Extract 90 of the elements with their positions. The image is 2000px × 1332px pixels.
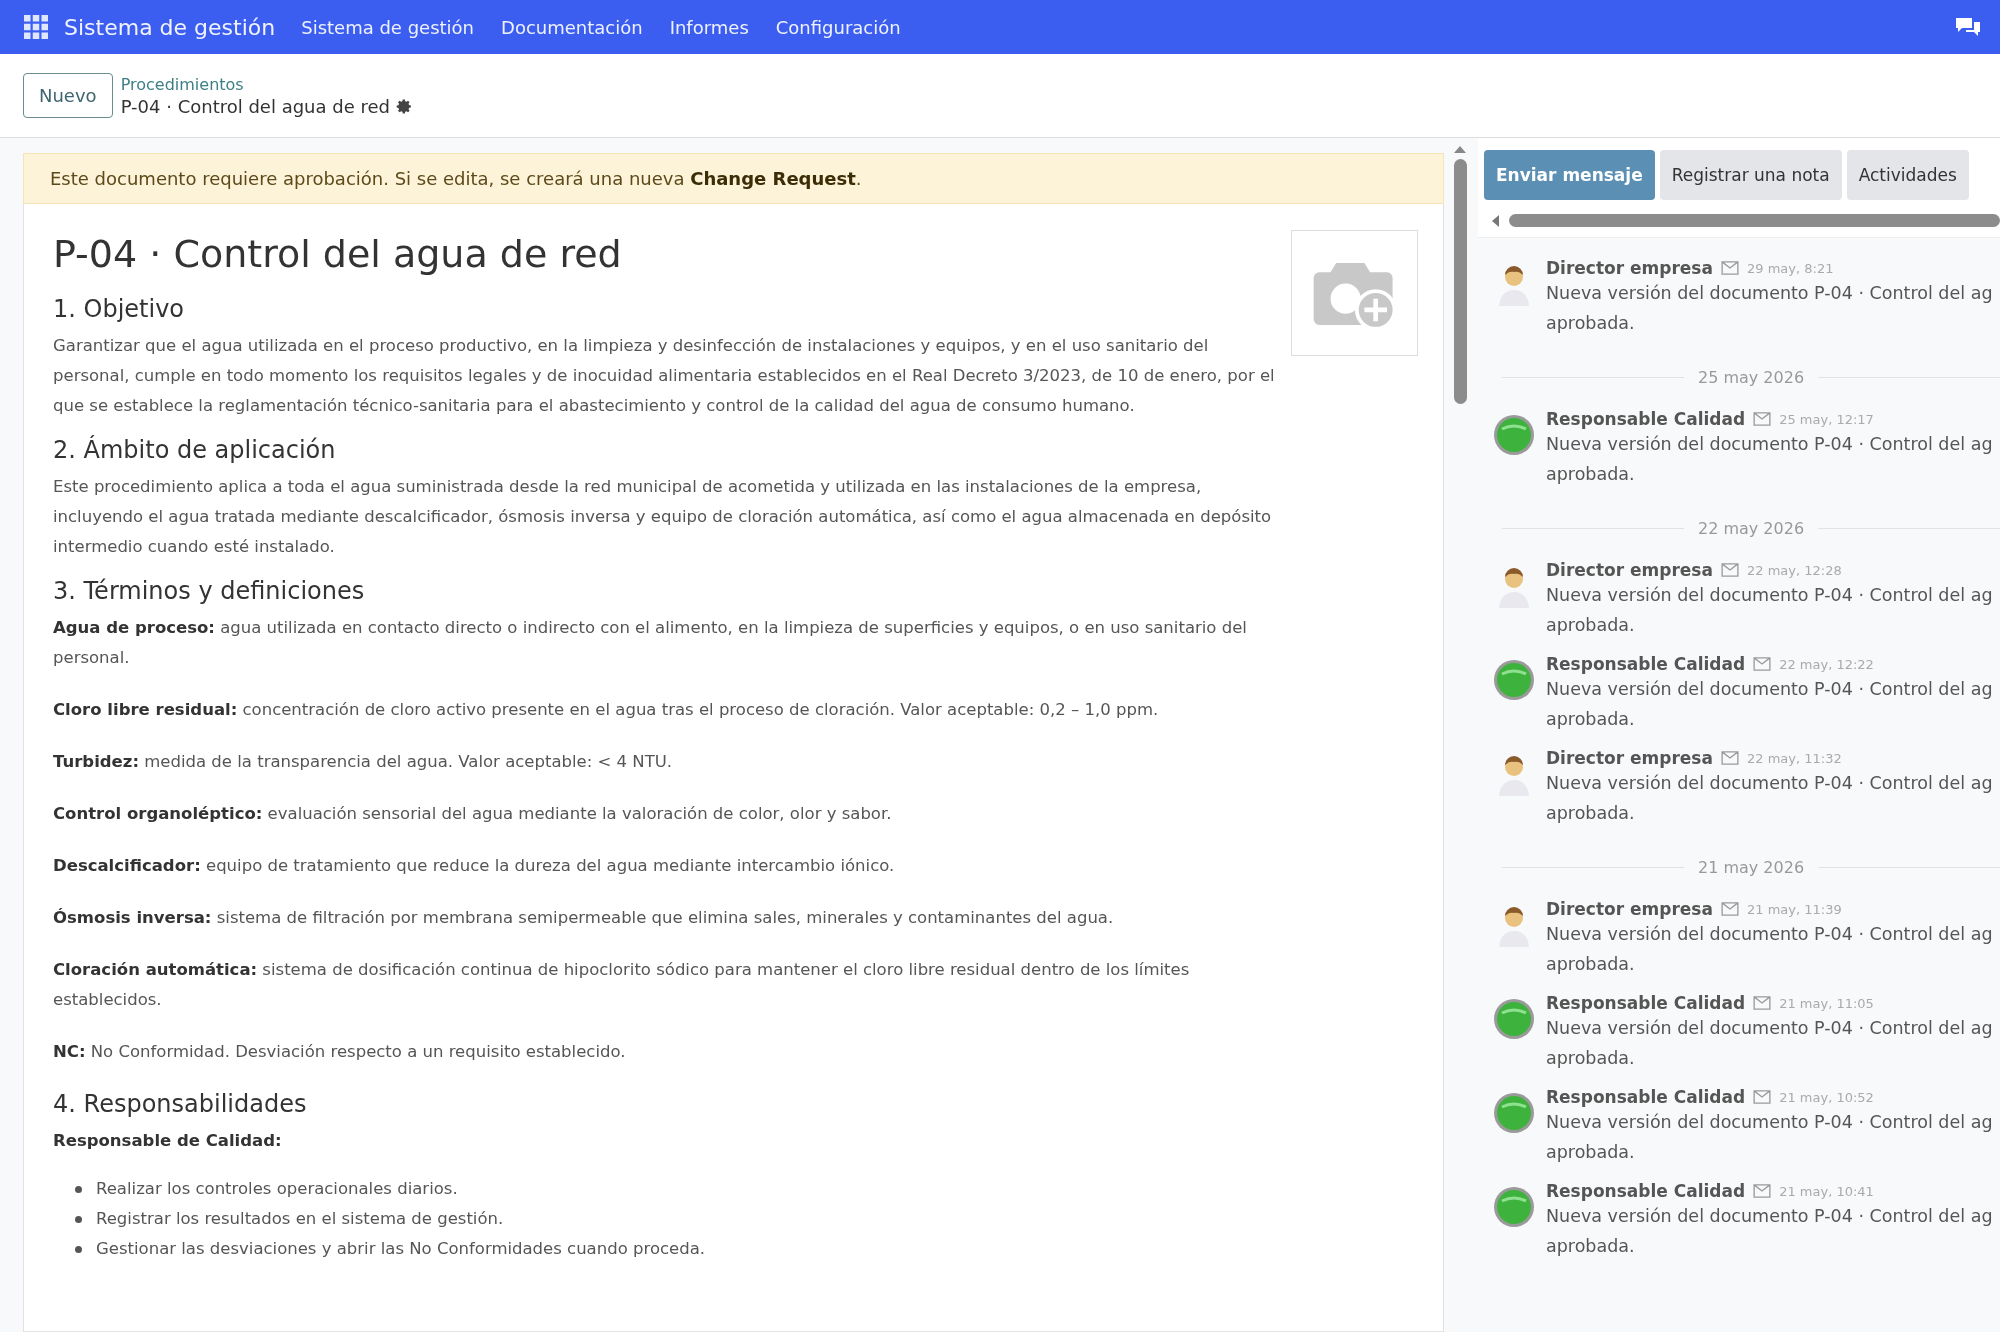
message-date: 29 may, 8:21 bbox=[1746, 260, 1834, 276]
menu-item[interactable]: Sistema de gestión bbox=[301, 16, 474, 38]
subheading: Responsable de Calidad: bbox=[53, 1130, 283, 1153]
message-author: Responsable Calidad bbox=[1546, 1087, 1746, 1107]
paragraph: Este procedimiento aplica a toda el agua suministrada desde la red municipal de acometida y utilizada en las instalaciones de la empresa, incluyendo el agua tratada mediante descalcificador, ósmosis inversa y equipo de cloración automática, así como el agua almacenada en depósito intermedio cuando esté instalado. bbox=[53, 475, 1273, 558]
message-text: aprobada. bbox=[1546, 802, 1636, 825]
message-date: 25 may, 12:17 bbox=[1779, 411, 1874, 427]
message-text: Nueva versión del documento P-04 · Control del ag bbox=[1546, 282, 1993, 305]
definition: Ósmosis inversa: sistema de filtración por membrana semipermeable que elimina sales, minerales y contaminantes del agua. bbox=[53, 907, 1115, 930]
message-text: Nueva versión del documento P-04 · Control del ag bbox=[1546, 584, 1993, 607]
envelope-icon bbox=[1753, 1090, 1772, 1104]
envelope-icon bbox=[1720, 261, 1739, 275]
menu-item[interactable]: Informes bbox=[669, 16, 749, 38]
chatter-button[interactable]: Registrar una nota bbox=[1659, 150, 1842, 200]
definition: Descalcificador: equipo de tratamiento que reduce la dureza del agua mediante intercambio iónico. bbox=[53, 855, 896, 878]
badge-avatar-icon bbox=[1492, 997, 1536, 1041]
chatter-button[interactable]: Actividades bbox=[1846, 150, 1969, 200]
definition: Cloro libre residual: concentración de cloro activo presente en el agua tras el proceso de cloración. Valor aceptable: 0,2 – 1,0 ppm. bbox=[53, 699, 1160, 722]
badge-avatar-icon bbox=[1492, 1091, 1536, 1135]
message-author: Responsable Calidad bbox=[1546, 654, 1746, 674]
badge-avatar-icon bbox=[1492, 413, 1536, 457]
approval-alert: Este documento requiere aprobación. Si se edita, se creará una nueva Change Request. bbox=[23, 153, 1444, 204]
message-author: Director empresa bbox=[1546, 560, 1713, 580]
message-author: Responsable Calidad bbox=[1546, 409, 1746, 429]
message-text: aprobada. bbox=[1546, 1235, 1636, 1258]
envelope-icon bbox=[1753, 996, 1772, 1010]
badge-avatar-icon bbox=[1492, 658, 1536, 702]
definition: NC: No Conformidad. Desviación respecto a un requisito establecido. bbox=[53, 1041, 627, 1064]
envelope-icon bbox=[1720, 751, 1739, 765]
breadcrumb-link[interactable]: Procedimientos bbox=[120, 74, 413, 94]
envelope-icon bbox=[1753, 1184, 1772, 1198]
message-date: 21 may, 10:41 bbox=[1779, 1183, 1874, 1199]
message-date: 22 may, 12:22 bbox=[1779, 656, 1874, 672]
message-text: aprobada. bbox=[1546, 312, 1636, 335]
definition: Control organoléptico: evaluación sensorial del agua mediante la valoración de color, olor y sabor. bbox=[53, 803, 893, 826]
message-date: 21 may, 11:05 bbox=[1779, 995, 1874, 1011]
list-item: Gestionar las desviaciones y abrir las No Conformidades cuando proceda. bbox=[96, 1238, 706, 1261]
definition: Turbidez: medida de la transparencia del agua. Valor aceptable: < 4 NTU. bbox=[53, 751, 674, 774]
settings-icon[interactable] bbox=[396, 97, 413, 115]
message-author: Director empresa bbox=[1546, 748, 1713, 768]
horizontal-scrollbar[interactable] bbox=[1478, 200, 2000, 238]
list-item: Registrar los resultados en el sistema de gestión. bbox=[96, 1208, 504, 1231]
message-text: Nueva versión del documento P-04 · Control del ag bbox=[1546, 772, 1993, 795]
section-heading: 2. Ámbito de aplicación bbox=[53, 434, 337, 466]
message-author: Director empresa bbox=[1546, 899, 1713, 919]
message-text: aprobada. bbox=[1546, 463, 1636, 486]
list-item: Realizar los controles operacionales diarios. bbox=[96, 1178, 458, 1201]
message-text: Nueva versión del documento P-04 · Control del ag bbox=[1546, 1205, 1993, 1228]
message-text: Nueva versión del documento P-04 · Control del ag bbox=[1546, 678, 1993, 701]
bullet-icon bbox=[75, 1185, 82, 1193]
document-title: P-04 · Control del agua de red bbox=[53, 232, 623, 278]
date-separator: 22 may 2026 bbox=[1697, 519, 1805, 538]
envelope-icon bbox=[1753, 412, 1772, 426]
new-button[interactable]: Nuevo bbox=[23, 73, 113, 118]
message-text: Nueva versión del documento P-04 · Control del ag bbox=[1546, 433, 1993, 456]
paragraph: Garantizar que el agua utilizada en el proceso productivo, en la limpieza y desinfección de instalaciones y equipos, y en el uso sanitario del personal, cumple en todo momento los requisitos legales y de inocuidad alimentaria establecidos en el Real Decreto 3/2023, de 10 de enero, por el que se establece la reglamentación técnico-sanitaria para el abastecimiento y control de la calidad del agua de consumo humano. bbox=[53, 334, 1276, 417]
breadcrumb-current: P-04 · Control del agua de red bbox=[120, 95, 390, 117]
envelope-icon bbox=[1753, 657, 1772, 671]
badge-avatar-icon bbox=[1492, 1185, 1536, 1229]
message-text: Nueva versión del documento P-04 · Control del ag bbox=[1546, 1111, 1993, 1134]
bullet-icon bbox=[75, 1245, 82, 1253]
message-text: Nueva versión del documento P-04 · Control del ag bbox=[1546, 1017, 1993, 1040]
message-text: aprobada. bbox=[1546, 1141, 1636, 1164]
section-heading: 1. Objetivo bbox=[53, 293, 186, 325]
definition: Cloración automática: sistema de dosificación continua de hipoclorito sódico para mantener el cloro libre residual dentro de los límites establecidos. bbox=[53, 959, 1191, 1012]
date-separator: 25 may 2026 bbox=[1697, 368, 1805, 387]
menu-item[interactable]: Documentación bbox=[501, 16, 643, 38]
definition: Agua de proceso: agua utilizada en contacto directo o indirecto con el alimento, en la limpieza de superficies y equipos, o en uso sanitario del personal. bbox=[53, 617, 1248, 670]
envelope-icon bbox=[1720, 563, 1739, 577]
message-date: 21 may, 11:39 bbox=[1746, 901, 1842, 917]
section-heading: 3. Términos y definiciones bbox=[53, 575, 366, 607]
message-text: Nueva versión del documento P-04 · Control del ag bbox=[1546, 923, 1993, 946]
menu-item[interactable]: Configuración bbox=[775, 16, 901, 38]
bullet-icon bbox=[75, 1215, 82, 1223]
message-author: Responsable Calidad bbox=[1546, 1181, 1746, 1201]
message-date: 21 may, 10:52 bbox=[1779, 1089, 1874, 1105]
date-separator: 21 may 2026 bbox=[1697, 858, 1805, 877]
envelope-icon bbox=[1720, 902, 1739, 916]
message-text: aprobada. bbox=[1546, 953, 1636, 976]
message-text: aprobada. bbox=[1546, 614, 1636, 637]
section-heading: 4. Responsabilidades bbox=[53, 1089, 308, 1121]
message-date: 22 may, 11:32 bbox=[1746, 750, 1842, 766]
apps-grid-icon[interactable] bbox=[24, 15, 48, 39]
message-text: aprobada. bbox=[1546, 1047, 1636, 1070]
app-title[interactable]: Sistema de gestión bbox=[64, 14, 276, 40]
message-text: aprobada. bbox=[1546, 708, 1636, 731]
message-author: Director empresa bbox=[1546, 258, 1713, 278]
chatter-button[interactable]: Enviar mensaje bbox=[1484, 150, 1655, 200]
message-date: 22 may, 12:28 bbox=[1746, 562, 1842, 578]
message-author: Responsable Calidad bbox=[1546, 993, 1746, 1013]
